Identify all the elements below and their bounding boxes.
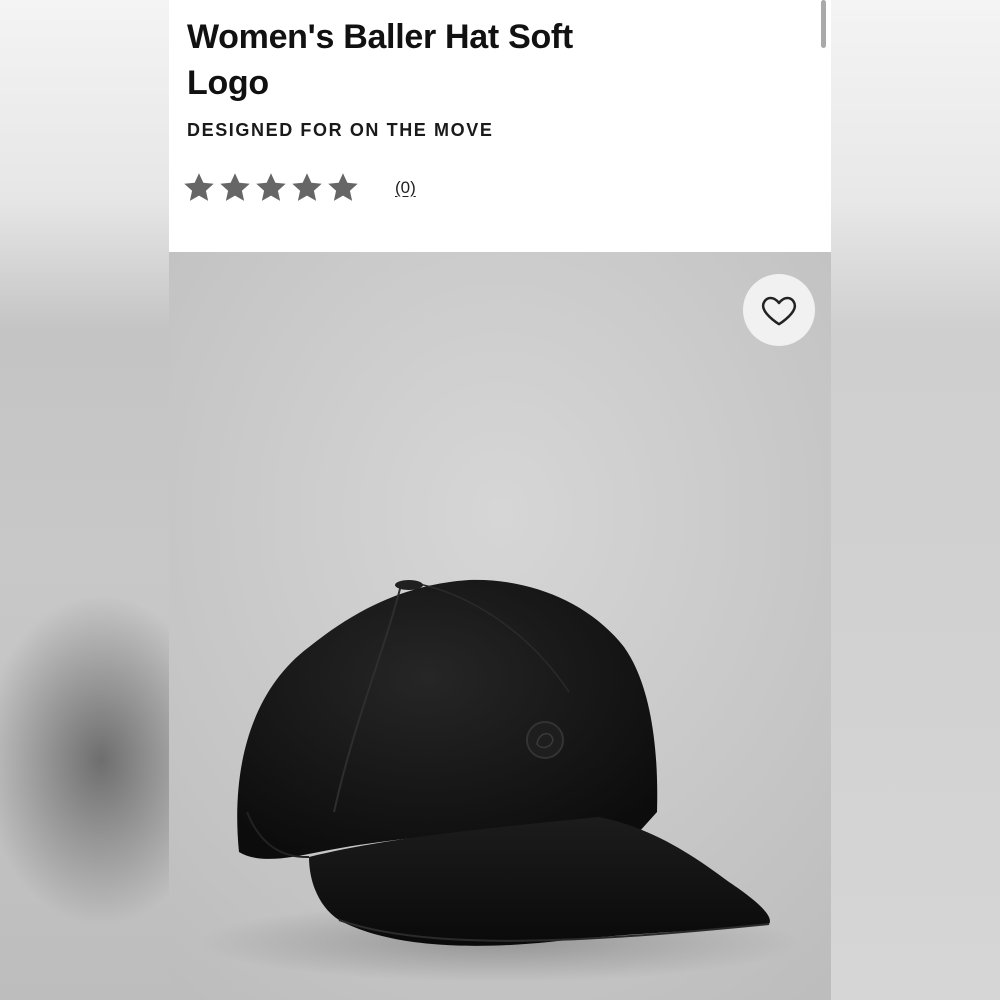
product-title: Women's Baller Hat Soft Logo: [187, 18, 573, 102]
wishlist-button[interactable]: [743, 274, 815, 346]
blurred-backdrop-left: [0, 0, 169, 1000]
scrollbar-thumb[interactable]: [821, 0, 826, 48]
rating-summary: (0): [181, 168, 416, 208]
star-rating: [181, 170, 361, 206]
star-icon: [220, 173, 250, 201]
product-image: [169, 252, 831, 1000]
star-icon: [292, 173, 322, 201]
product-tagline: DESIGNED FOR ON THE MOVE: [187, 120, 494, 140]
cap-photo: [199, 579, 799, 982]
blurred-backdrop-right: [831, 0, 1000, 1000]
product-header: Women's Baller Hat Soft Logo DESIGNED FO…: [169, 0, 831, 252]
star-icon: [184, 173, 214, 201]
product-page: Women's Baller Hat Soft Logo DESIGNED FO…: [169, 0, 831, 1000]
review-count-link[interactable]: (0): [395, 178, 416, 198]
heart-icon: [761, 296, 797, 326]
star-icon: [328, 173, 358, 201]
star-icon: [256, 173, 286, 201]
